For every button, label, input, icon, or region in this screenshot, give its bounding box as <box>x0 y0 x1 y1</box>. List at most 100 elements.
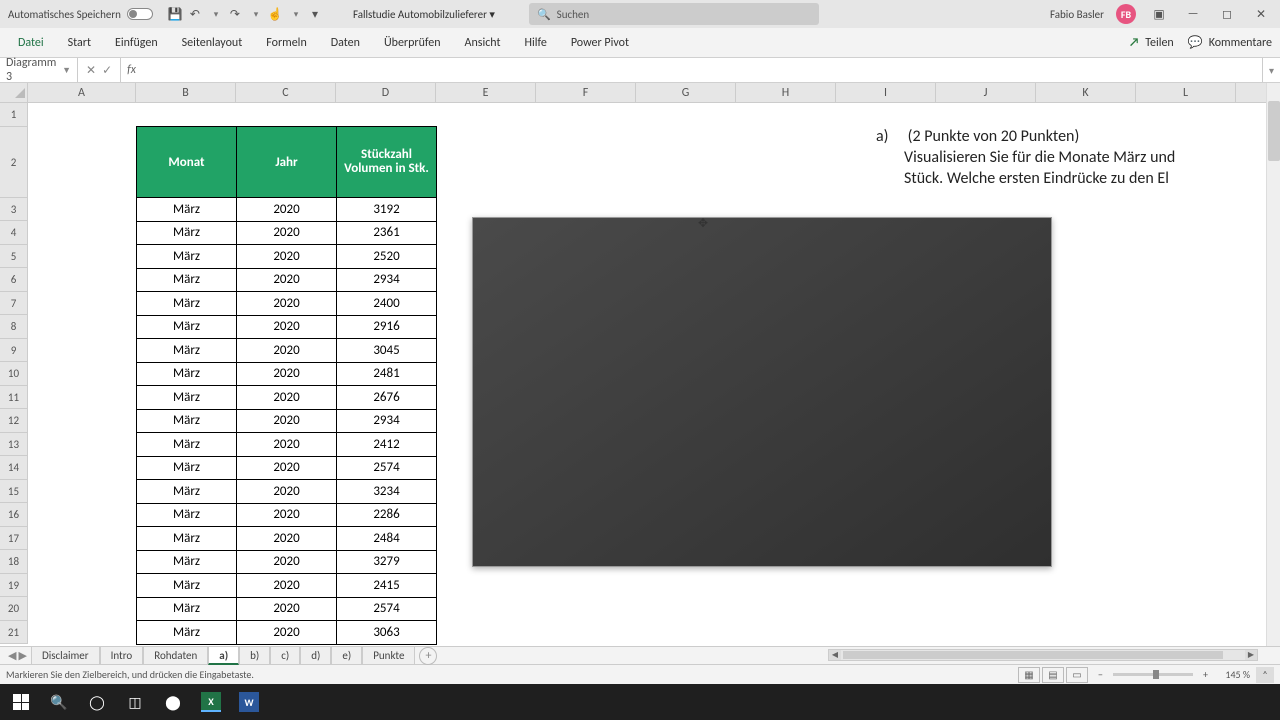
table-cell[interactable]: 2020 <box>237 433 337 457</box>
row-header[interactable]: 20 <box>0 597 28 621</box>
col-header[interactable]: B <box>136 83 236 102</box>
table-cell[interactable]: 2020 <box>237 315 337 339</box>
table-cell[interactable]: 2020 <box>237 221 337 245</box>
view-normal-icon[interactable]: ▦ <box>1018 667 1040 683</box>
table-cell[interactable]: 2361 <box>337 221 437 245</box>
th-monat[interactable]: Monat <box>137 127 237 198</box>
th-jahr[interactable]: Jahr <box>237 127 337 198</box>
row-header[interactable]: 10 <box>0 362 28 386</box>
zoom-slider[interactable] <box>1113 673 1193 676</box>
sheet-tab[interactable]: a) <box>208 647 239 665</box>
row-header[interactable]: 3 <box>0 198 28 222</box>
hscroll-left-icon[interactable]: ◀ <box>829 650 841 660</box>
share-button[interactable]: Teilen <box>1145 36 1174 50</box>
table-cell[interactable]: 2020 <box>237 198 337 222</box>
row-header[interactable]: 13 <box>0 433 28 457</box>
row-header[interactable]: 6 <box>0 268 28 292</box>
vertical-scroll-thumb[interactable] <box>1268 101 1280 161</box>
tab-start[interactable]: Start <box>56 28 103 57</box>
vertical-scrollbar[interactable] <box>1266 83 1280 646</box>
row-header[interactable]: 16 <box>0 503 28 527</box>
save-icon[interactable]: 💾 <box>167 6 183 22</box>
th-stueckzahl[interactable]: Stückzahl Volumen in Stk. <box>337 127 437 198</box>
close-icon[interactable]: ✕ <box>1250 3 1272 25</box>
maximize-icon[interactable]: ◻ <box>1216 3 1238 25</box>
sheet-tab[interactable]: Disclaimer <box>31 647 100 665</box>
row-header[interactable]: 15 <box>0 480 28 504</box>
table-cell[interactable]: März <box>137 245 237 269</box>
sheet-tab[interactable]: b) <box>239 647 270 665</box>
col-header[interactable]: D <box>336 83 436 102</box>
taskview-icon[interactable]: ◫ <box>120 687 150 717</box>
row-header[interactable]: 7 <box>0 292 28 316</box>
row-header[interactable]: 12 <box>0 409 28 433</box>
tab-formeln[interactable]: Formeln <box>254 28 318 57</box>
row-header[interactable]: 1 <box>0 103 28 127</box>
sheet-tab[interactable]: Punkte <box>362 647 415 665</box>
table-cell[interactable]: 2020 <box>237 503 337 527</box>
name-box[interactable]: Diagramm 3 ▼ <box>0 58 78 82</box>
excel-taskbar-icon[interactable]: X <box>196 687 226 717</box>
namebox-dropdown-icon[interactable]: ▼ <box>62 65 71 76</box>
table-cell[interactable]: 2415 <box>337 574 437 598</box>
row-header[interactable]: 21 <box>0 621 28 645</box>
table-cell[interactable]: März <box>137 574 237 598</box>
view-pagebreak-icon[interactable]: ▭ <box>1066 667 1088 683</box>
table-cell[interactable]: 2916 <box>337 315 437 339</box>
table-cell[interactable]: März <box>137 409 237 433</box>
minimize-icon[interactable]: — <box>1182 3 1204 25</box>
view-pagelayout-icon[interactable]: ▤ <box>1042 667 1064 683</box>
row-header[interactable]: 8 <box>0 315 28 339</box>
table-cell[interactable]: 2484 <box>337 527 437 551</box>
table-cell[interactable]: 3045 <box>337 339 437 363</box>
sheet-tab[interactable]: c) <box>270 647 300 665</box>
ribbon-collapse-icon[interactable]: ˄ <box>1256 667 1274 683</box>
toggle-icon[interactable] <box>127 8 153 20</box>
table-cell[interactable]: 2934 <box>337 409 437 433</box>
chart-object[interactable] <box>472 217 1052 567</box>
sheet-nav-next-icon[interactable]: ▶ <box>18 649 26 662</box>
col-header[interactable]: K <box>1036 83 1136 102</box>
table-cell[interactable]: März <box>137 339 237 363</box>
select-all-corner[interactable] <box>0 83 28 102</box>
col-header[interactable]: C <box>236 83 336 102</box>
table-cell[interactable]: 2020 <box>237 409 337 433</box>
tab-hilfe[interactable]: Hilfe <box>513 28 559 57</box>
table-cell[interactable]: 2574 <box>337 597 437 621</box>
tab-ansicht[interactable]: Ansicht <box>453 28 513 57</box>
obs-icon[interactable]: ⬤ <box>158 687 188 717</box>
expand-formula-icon[interactable]: ▾ <box>1262 58 1280 82</box>
table-cell[interactable]: 2020 <box>237 456 337 480</box>
col-header[interactable]: H <box>736 83 836 102</box>
table-cell[interactable]: März <box>137 268 237 292</box>
table-cell[interactable]: 2020 <box>237 550 337 574</box>
table-cell[interactable]: März <box>137 597 237 621</box>
table-cell[interactable]: März <box>137 456 237 480</box>
table-cell[interactable]: 2020 <box>237 339 337 363</box>
table-cell[interactable]: März <box>137 362 237 386</box>
search-box[interactable]: 🔍 Suchen <box>529 3 819 25</box>
search-taskbar-icon[interactable]: 🔍 <box>44 687 74 717</box>
table-cell[interactable]: März <box>137 550 237 574</box>
undo-dropdown-icon[interactable] <box>207 6 223 22</box>
table-cell[interactable]: März <box>137 621 237 645</box>
row-header[interactable]: 2 <box>0 127 28 198</box>
table-cell[interactable]: März <box>137 480 237 504</box>
tab-powerpivot[interactable]: Power Pivot <box>559 28 641 57</box>
table-cell[interactable]: März <box>137 292 237 316</box>
redo-icon[interactable]: ↷ <box>227 6 243 22</box>
horizontal-scrollbar[interactable]: ◀ ▶ <box>828 649 1258 661</box>
table-cell[interactable]: 2286 <box>337 503 437 527</box>
table-cell[interactable]: 2020 <box>237 527 337 551</box>
table-cell[interactable]: 2020 <box>237 621 337 645</box>
table-cell[interactable]: 2020 <box>237 268 337 292</box>
col-header[interactable]: J <box>936 83 1036 102</box>
col-header[interactable]: F <box>536 83 636 102</box>
tab-seitenlayout[interactable]: Seitenlayout <box>170 28 255 57</box>
word-taskbar-icon[interactable]: W <box>234 687 264 717</box>
row-header[interactable]: 18 <box>0 550 28 574</box>
qat-more-icon[interactable] <box>287 6 303 22</box>
table-cell[interactable]: 2020 <box>237 480 337 504</box>
table-cell[interactable]: 2520 <box>337 245 437 269</box>
sheet-tab[interactable]: Rohdaten <box>143 647 208 665</box>
